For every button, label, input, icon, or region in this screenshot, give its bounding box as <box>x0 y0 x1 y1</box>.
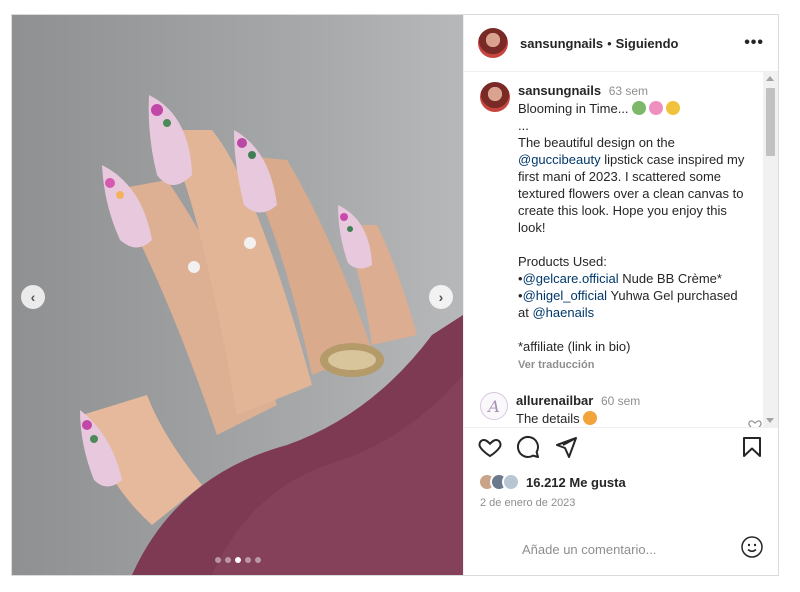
heart-eyes-emoji-icon <box>582 411 597 425</box>
carousel-dot-active <box>234 557 241 563</box>
carousel-dot <box>244 557 251 563</box>
comments-section[interactable]: sansungnails 63 sem Blooming in Time... … <box>464 72 778 427</box>
liker-avatar <box>502 473 520 491</box>
comment-text: The details <box>516 411 580 426</box>
scroll-down-icon[interactable] <box>766 418 774 423</box>
post-date[interactable]: 2 de enero de 2023 <box>464 493 778 523</box>
commenter-avatar[interactable]: A <box>480 392 508 420</box>
chevron-left-icon: ‹ <box>30 289 36 305</box>
likes-count[interactable]: 16.212 Me gusta <box>526 475 626 490</box>
caption-dots: ... <box>518 118 529 133</box>
caption-username[interactable]: sansungnails <box>518 83 601 98</box>
comment-icon[interactable] <box>516 435 540 464</box>
blossom-emoji-icon <box>648 101 663 115</box>
post-header: sansungnails • Siguiendo ••• <box>464 15 778 72</box>
product-text: Nude BB Crème* <box>618 271 722 286</box>
caption-avatar[interactable] <box>480 82 510 112</box>
action-bar <box>464 427 778 471</box>
flower-emoji-icon <box>631 101 646 115</box>
scroll-thumb[interactable] <box>766 88 775 156</box>
chevron-right-icon: › <box>438 289 444 305</box>
post-image-carousel[interactable]: ‹ › <box>12 15 463 575</box>
products-label: Products Used: <box>518 254 607 269</box>
likes-row[interactable]: 16.212 Me gusta <box>464 471 778 493</box>
smiley-icon[interactable] <box>740 535 764 564</box>
post-sidebar: sansungnails • Siguiendo ••• sansungnail… <box>463 15 778 575</box>
heart-icon[interactable] <box>478 435 502 464</box>
nail-photo <box>80 95 463 575</box>
comments-scrollbar[interactable] <box>763 72 778 427</box>
caption-title: Blooming in Time... <box>518 101 629 116</box>
carousel-dots <box>12 557 463 563</box>
carousel-next-button[interactable]: › <box>429 285 453 309</box>
like-comment-icon[interactable] <box>748 418 762 427</box>
commenter-username[interactable]: allurenailbar <box>516 393 593 408</box>
caption-time[interactable]: 63 sem <box>609 84 648 98</box>
more-options-button[interactable]: ••• <box>744 34 764 52</box>
mention-link[interactable]: @higel_official <box>523 288 608 303</box>
mention-link[interactable]: @guccibeauty <box>518 152 601 167</box>
scroll-up-icon[interactable] <box>766 76 774 81</box>
header-separator: • <box>607 35 612 51</box>
carousel-dot <box>224 557 231 563</box>
following-button[interactable]: Siguiendo <box>616 36 679 51</box>
post-modal: ‹ › sansungnails • Siguiendo ••• sansung… <box>11 14 779 576</box>
carousel-dot <box>214 557 221 563</box>
mention-link[interactable]: @haenails <box>532 305 594 320</box>
bookmark-icon[interactable] <box>740 435 764 464</box>
mention-link[interactable]: @gelcare.official <box>523 271 619 286</box>
comment-input[interactable]: Añade un comentario... <box>522 542 656 557</box>
author-username[interactable]: sansungnails <box>520 36 603 51</box>
carousel-dot <box>254 557 261 563</box>
add-comment-bar: Añade un comentario... <box>464 523 778 575</box>
author-avatar[interactable] <box>478 28 508 58</box>
caption-text: The beautiful design on the <box>518 135 675 150</box>
affiliate-note: *affiliate (link in bio) <box>518 339 631 354</box>
sunflower-emoji-icon <box>665 101 680 115</box>
share-icon[interactable] <box>554 435 578 464</box>
carousel-prev-button[interactable]: ‹ <box>21 285 45 309</box>
caption: sansungnails 63 sem Blooming in Time... … <box>480 82 762 374</box>
comment-item: A allurenailbar 60 sem The details <box>480 392 762 427</box>
comment-time[interactable]: 60 sem <box>601 394 640 408</box>
see-translation-link[interactable]: Ver traducción <box>518 357 748 374</box>
